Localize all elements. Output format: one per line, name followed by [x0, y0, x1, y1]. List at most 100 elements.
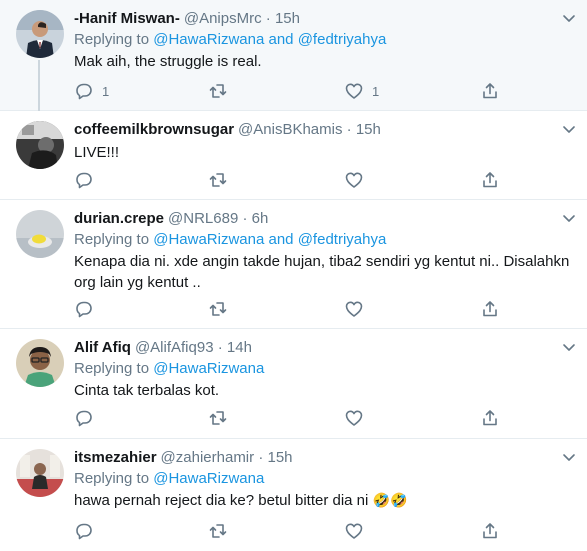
- display-name[interactable]: coffeemilkbrownsugar: [74, 121, 234, 138]
- tweet-text-line: Kenapa dia ni. xde angin takde hujan, ti…: [74, 253, 570, 270]
- user-handle[interactable]: @NRL689: [168, 210, 238, 227]
- replying-to: Replying to @HawaRizwana: [74, 359, 561, 379]
- retweet-button[interactable]: [208, 407, 228, 429]
- timestamp[interactable]: 6h: [252, 210, 269, 227]
- tweet-actions: [74, 520, 514, 542]
- timestamp[interactable]: 14h: [227, 339, 252, 356]
- tweet-actions: [74, 298, 514, 320]
- heart-icon: [345, 301, 363, 317]
- avatar[interactable]: [16, 121, 64, 169]
- tweet-itsmezahier[interactable]: itsmezahier @zahierhamir · 15h Replying t…: [0, 439, 587, 551]
- tweet-actions: 1 1: [74, 80, 514, 102]
- tweet-durian-crepe[interactable]: durian.crepe @NRL689 · 6h Replying to @Ha…: [0, 200, 587, 329]
- replying-to: Replying to @HawaRizwana and @fedtriyahy…: [74, 30, 561, 50]
- separator: ·: [242, 210, 248, 227]
- user-handle[interactable]: @AlifAfiq93: [135, 339, 214, 356]
- user-handle[interactable]: @zahierhamir: [161, 449, 255, 466]
- user-handle[interactable]: @AnisBKhamis: [238, 121, 342, 138]
- reply-icon: [76, 523, 92, 540]
- tweet-hanif-miswan[interactable]: -Hanif Miswan- @AnipsMrc · 15h Replying t…: [0, 0, 587, 118]
- reply-icon: [76, 83, 92, 100]
- mention-joiner[interactable]: and: [269, 231, 294, 248]
- like-button[interactable]: 1: [344, 80, 379, 102]
- like-count: 1: [372, 83, 380, 99]
- display-name[interactable]: -Hanif Miswan-: [74, 10, 180, 27]
- replying-label: Replying to: [74, 31, 150, 48]
- tweet-coffeemilkbrownsugar[interactable]: coffeemilkbrownsugar @AnisBKhamis · 15h L…: [0, 111, 587, 200]
- tweet-text-line: org lain yg kentut ..: [74, 274, 201, 291]
- share-icon: [483, 172, 497, 188]
- share-icon: [483, 301, 497, 317]
- retweet-button[interactable]: [208, 169, 228, 191]
- laughing-emoji: 🤣🤣: [372, 492, 408, 508]
- share-icon: [483, 523, 497, 539]
- reply-button[interactable]: [74, 520, 94, 542]
- heart-icon: [345, 523, 363, 539]
- mention-link[interactable]: @fedtriyahya: [298, 31, 387, 48]
- timestamp[interactable]: 15h: [267, 449, 292, 466]
- chevron-down-icon[interactable]: [561, 121, 577, 137]
- chevron-down-icon[interactable]: [561, 449, 577, 465]
- replying-label: Replying to: [74, 360, 150, 377]
- tweet-actions: [74, 407, 514, 429]
- tweet-text: Cinta tak terbalas kot.: [74, 382, 220, 399]
- like-button[interactable]: [344, 298, 364, 320]
- retweet-icon: [209, 524, 227, 538]
- share-icon: [483, 410, 497, 426]
- reply-button[interactable]: 1: [74, 80, 109, 102]
- replying-label: Replying to: [74, 470, 150, 487]
- share-icon: [483, 83, 497, 99]
- heart-icon: [345, 172, 363, 188]
- tweet-text: Mak aih, the struggle is real.: [74, 53, 262, 70]
- mention-link[interactable]: @HawaRizwana: [153, 31, 264, 48]
- mention-link[interactable]: @HawaRizwana: [153, 231, 264, 248]
- thread-connector: [38, 60, 40, 118]
- timestamp[interactable]: 15h: [356, 121, 381, 138]
- display-name[interactable]: durian.crepe: [74, 210, 164, 227]
- reply-icon: [76, 172, 92, 189]
- mention-link[interactable]: @HawaRizwana: [153, 360, 264, 377]
- timestamp[interactable]: 15h: [275, 10, 300, 27]
- tweet-text: LIVE!!!: [74, 144, 120, 161]
- user-handle[interactable]: @AnipsMrc: [184, 10, 262, 27]
- tweet-alif-afiq[interactable]: Alif Afiq @AlifAfiq93 · 14h Replying to @…: [0, 329, 587, 439]
- retweet-icon: [209, 84, 227, 98]
- display-name[interactable]: itsmezahier: [74, 449, 157, 466]
- retweet-icon: [209, 411, 227, 425]
- heart-icon: [345, 83, 363, 99]
- like-button[interactable]: [344, 169, 364, 191]
- reply-icon: [76, 301, 92, 318]
- reply-button[interactable]: [74, 298, 94, 320]
- avatar[interactable]: [16, 449, 64, 497]
- like-button[interactable]: [344, 407, 364, 429]
- avatar[interactable]: [16, 210, 64, 258]
- share-button[interactable]: [480, 169, 500, 191]
- avatar[interactable]: [16, 339, 64, 387]
- share-button[interactable]: [480, 298, 500, 320]
- separator: ·: [346, 121, 352, 138]
- heart-icon: [345, 410, 363, 426]
- tweet-text: Kenapa dia ni. xde angin takde hujan, ti…: [74, 251, 570, 293]
- reply-button[interactable]: [74, 407, 94, 429]
- separator: ·: [265, 10, 271, 27]
- share-button[interactable]: [480, 520, 500, 542]
- display-name[interactable]: Alif Afiq: [74, 339, 131, 356]
- retweet-button[interactable]: [208, 520, 228, 542]
- avatar[interactable]: [16, 10, 64, 58]
- mention-joiner[interactable]: and: [269, 31, 294, 48]
- tweet-text-body: hawa pernah reject dia ke? betul bitter …: [74, 492, 369, 509]
- share-button[interactable]: [480, 80, 500, 102]
- retweet-button[interactable]: [208, 80, 228, 102]
- replying-label: Replying to: [74, 231, 150, 248]
- mention-link[interactable]: @fedtriyahya: [298, 231, 387, 248]
- like-button[interactable]: [344, 520, 364, 542]
- chevron-down-icon[interactable]: [561, 10, 577, 26]
- retweet-button[interactable]: [208, 298, 228, 320]
- share-button[interactable]: [480, 407, 500, 429]
- mention-link[interactable]: @HawaRizwana: [153, 470, 264, 487]
- chevron-down-icon[interactable]: [561, 210, 577, 226]
- replying-to: Replying to @HawaRizwana and @fedtriyahy…: [74, 230, 561, 250]
- chevron-down-icon[interactable]: [561, 339, 577, 355]
- separator: ·: [217, 339, 223, 356]
- reply-button[interactable]: [74, 169, 94, 191]
